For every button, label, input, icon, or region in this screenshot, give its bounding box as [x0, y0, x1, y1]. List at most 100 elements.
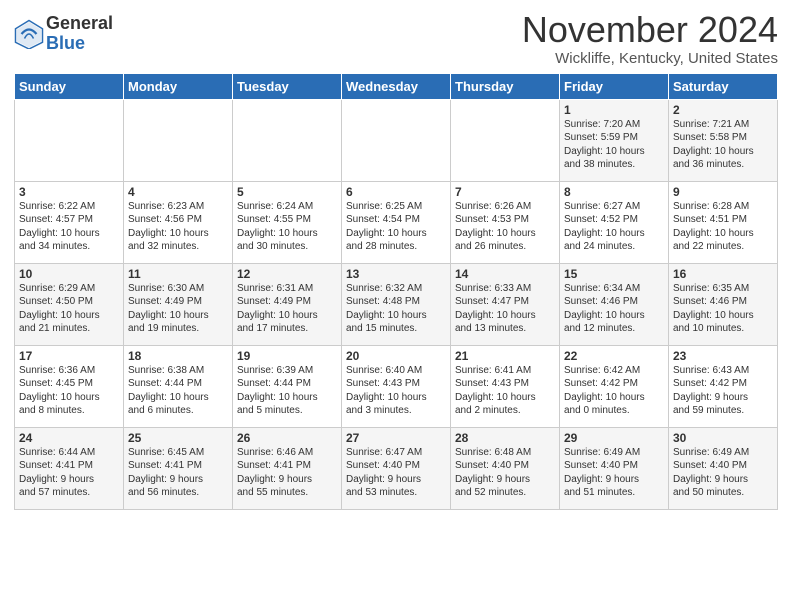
page: General Blue November 2024 Wickliffe, Ke…: [0, 0, 792, 520]
calendar-cell: 25Sunrise: 6:45 AM Sunset: 4:41 PM Dayli…: [124, 427, 233, 509]
calendar-week-4: 24Sunrise: 6:44 AM Sunset: 4:41 PM Dayli…: [15, 427, 778, 509]
day-info: Sunrise: 6:31 AM Sunset: 4:49 PM Dayligh…: [237, 282, 337, 336]
day-info: Sunrise: 6:26 AM Sunset: 4:53 PM Dayligh…: [455, 200, 555, 254]
day-number: 28: [455, 431, 555, 445]
day-number: 21: [455, 349, 555, 363]
calendar-cell: 16Sunrise: 6:35 AM Sunset: 4:46 PM Dayli…: [669, 263, 778, 345]
day-info: Sunrise: 6:27 AM Sunset: 4:52 PM Dayligh…: [564, 200, 664, 254]
calendar-cell: 23Sunrise: 6:43 AM Sunset: 4:42 PM Dayli…: [669, 345, 778, 427]
day-number: 26: [237, 431, 337, 445]
calendar-cell: 5Sunrise: 6:24 AM Sunset: 4:55 PM Daylig…: [233, 181, 342, 263]
col-sunday: Sunday: [15, 73, 124, 99]
calendar-week-0: 1Sunrise: 7:20 AM Sunset: 5:59 PM Daylig…: [15, 99, 778, 181]
calendar-cell: 27Sunrise: 6:47 AM Sunset: 4:40 PM Dayli…: [342, 427, 451, 509]
calendar-cell: 11Sunrise: 6:30 AM Sunset: 4:49 PM Dayli…: [124, 263, 233, 345]
day-number: 17: [19, 349, 119, 363]
day-number: 3: [19, 185, 119, 199]
calendar-week-2: 10Sunrise: 6:29 AM Sunset: 4:50 PM Dayli…: [15, 263, 778, 345]
calendar-cell: 17Sunrise: 6:36 AM Sunset: 4:45 PM Dayli…: [15, 345, 124, 427]
calendar-cell: 7Sunrise: 6:26 AM Sunset: 4:53 PM Daylig…: [451, 181, 560, 263]
logo-icon: [14, 19, 44, 49]
calendar-cell: 6Sunrise: 6:25 AM Sunset: 4:54 PM Daylig…: [342, 181, 451, 263]
day-number: 7: [455, 185, 555, 199]
calendar-cell: 8Sunrise: 6:27 AM Sunset: 4:52 PM Daylig…: [560, 181, 669, 263]
day-number: 1: [564, 103, 664, 117]
day-number: 4: [128, 185, 228, 199]
logo-blue-text: Blue: [46, 34, 113, 54]
day-info: Sunrise: 6:46 AM Sunset: 4:41 PM Dayligh…: [237, 446, 337, 500]
day-info: Sunrise: 6:22 AM Sunset: 4:57 PM Dayligh…: [19, 200, 119, 254]
col-wednesday: Wednesday: [342, 73, 451, 99]
day-number: 16: [673, 267, 773, 281]
day-number: 30: [673, 431, 773, 445]
logo: General Blue: [14, 14, 113, 54]
day-info: Sunrise: 6:30 AM Sunset: 4:49 PM Dayligh…: [128, 282, 228, 336]
day-number: 23: [673, 349, 773, 363]
day-number: 9: [673, 185, 773, 199]
day-number: 25: [128, 431, 228, 445]
calendar-cell: 22Sunrise: 6:42 AM Sunset: 4:42 PM Dayli…: [560, 345, 669, 427]
day-number: 11: [128, 267, 228, 281]
day-info: Sunrise: 6:49 AM Sunset: 4:40 PM Dayligh…: [564, 446, 664, 500]
day-number: 19: [237, 349, 337, 363]
calendar-cell: 3Sunrise: 6:22 AM Sunset: 4:57 PM Daylig…: [15, 181, 124, 263]
calendar-cell: 1Sunrise: 7:20 AM Sunset: 5:59 PM Daylig…: [560, 99, 669, 181]
calendar-cell: 21Sunrise: 6:41 AM Sunset: 4:43 PM Dayli…: [451, 345, 560, 427]
day-number: 5: [237, 185, 337, 199]
day-info: Sunrise: 6:23 AM Sunset: 4:56 PM Dayligh…: [128, 200, 228, 254]
calendar-cell: 14Sunrise: 6:33 AM Sunset: 4:47 PM Dayli…: [451, 263, 560, 345]
calendar-cell: 12Sunrise: 6:31 AM Sunset: 4:49 PM Dayli…: [233, 263, 342, 345]
logo-text: General Blue: [46, 14, 113, 54]
calendar-week-1: 3Sunrise: 6:22 AM Sunset: 4:57 PM Daylig…: [15, 181, 778, 263]
day-info: Sunrise: 6:39 AM Sunset: 4:44 PM Dayligh…: [237, 364, 337, 418]
calendar-cell: 20Sunrise: 6:40 AM Sunset: 4:43 PM Dayli…: [342, 345, 451, 427]
calendar-cell: [233, 99, 342, 181]
day-info: Sunrise: 6:48 AM Sunset: 4:40 PM Dayligh…: [455, 446, 555, 500]
col-saturday: Saturday: [669, 73, 778, 99]
calendar-cell: 10Sunrise: 6:29 AM Sunset: 4:50 PM Dayli…: [15, 263, 124, 345]
col-monday: Monday: [124, 73, 233, 99]
calendar-cell: 19Sunrise: 6:39 AM Sunset: 4:44 PM Dayli…: [233, 345, 342, 427]
day-number: 29: [564, 431, 664, 445]
title-section: November 2024 Wickliffe, Kentucky, Unite…: [522, 10, 778, 67]
day-info: Sunrise: 6:25 AM Sunset: 4:54 PM Dayligh…: [346, 200, 446, 254]
day-number: 2: [673, 103, 773, 117]
calendar-cell: 28Sunrise: 6:48 AM Sunset: 4:40 PM Dayli…: [451, 427, 560, 509]
day-info: Sunrise: 6:32 AM Sunset: 4:48 PM Dayligh…: [346, 282, 446, 336]
calendar-cell: 29Sunrise: 6:49 AM Sunset: 4:40 PM Dayli…: [560, 427, 669, 509]
calendar-cell: 2Sunrise: 7:21 AM Sunset: 5:58 PM Daylig…: [669, 99, 778, 181]
day-info: Sunrise: 6:34 AM Sunset: 4:46 PM Dayligh…: [564, 282, 664, 336]
day-info: Sunrise: 6:41 AM Sunset: 4:43 PM Dayligh…: [455, 364, 555, 418]
day-info: Sunrise: 6:24 AM Sunset: 4:55 PM Dayligh…: [237, 200, 337, 254]
day-number: 15: [564, 267, 664, 281]
logo-general-text: General: [46, 14, 113, 34]
day-info: Sunrise: 6:28 AM Sunset: 4:51 PM Dayligh…: [673, 200, 773, 254]
day-number: 24: [19, 431, 119, 445]
day-info: Sunrise: 6:36 AM Sunset: 4:45 PM Dayligh…: [19, 364, 119, 418]
col-friday: Friday: [560, 73, 669, 99]
day-info: Sunrise: 6:40 AM Sunset: 4:43 PM Dayligh…: [346, 364, 446, 418]
day-number: 27: [346, 431, 446, 445]
day-info: Sunrise: 6:29 AM Sunset: 4:50 PM Dayligh…: [19, 282, 119, 336]
day-number: 8: [564, 185, 664, 199]
calendar-cell: [15, 99, 124, 181]
day-info: Sunrise: 6:33 AM Sunset: 4:47 PM Dayligh…: [455, 282, 555, 336]
day-info: Sunrise: 6:45 AM Sunset: 4:41 PM Dayligh…: [128, 446, 228, 500]
calendar-cell: 18Sunrise: 6:38 AM Sunset: 4:44 PM Dayli…: [124, 345, 233, 427]
calendar-cell: 4Sunrise: 6:23 AM Sunset: 4:56 PM Daylig…: [124, 181, 233, 263]
day-info: Sunrise: 6:49 AM Sunset: 4:40 PM Dayligh…: [673, 446, 773, 500]
calendar-cell: 13Sunrise: 6:32 AM Sunset: 4:48 PM Dayli…: [342, 263, 451, 345]
day-number: 14: [455, 267, 555, 281]
day-info: Sunrise: 6:47 AM Sunset: 4:40 PM Dayligh…: [346, 446, 446, 500]
day-info: Sunrise: 6:43 AM Sunset: 4:42 PM Dayligh…: [673, 364, 773, 418]
day-number: 13: [346, 267, 446, 281]
calendar-week-3: 17Sunrise: 6:36 AM Sunset: 4:45 PM Dayli…: [15, 345, 778, 427]
calendar-table: Sunday Monday Tuesday Wednesday Thursday…: [14, 73, 778, 510]
calendar-cell: 24Sunrise: 6:44 AM Sunset: 4:41 PM Dayli…: [15, 427, 124, 509]
calendar-cell: [451, 99, 560, 181]
calendar-cell: 15Sunrise: 6:34 AM Sunset: 4:46 PM Dayli…: [560, 263, 669, 345]
day-info: Sunrise: 6:44 AM Sunset: 4:41 PM Dayligh…: [19, 446, 119, 500]
calendar-cell: 30Sunrise: 6:49 AM Sunset: 4:40 PM Dayli…: [669, 427, 778, 509]
calendar-cell: 9Sunrise: 6:28 AM Sunset: 4:51 PM Daylig…: [669, 181, 778, 263]
day-info: Sunrise: 7:20 AM Sunset: 5:59 PM Dayligh…: [564, 118, 664, 172]
